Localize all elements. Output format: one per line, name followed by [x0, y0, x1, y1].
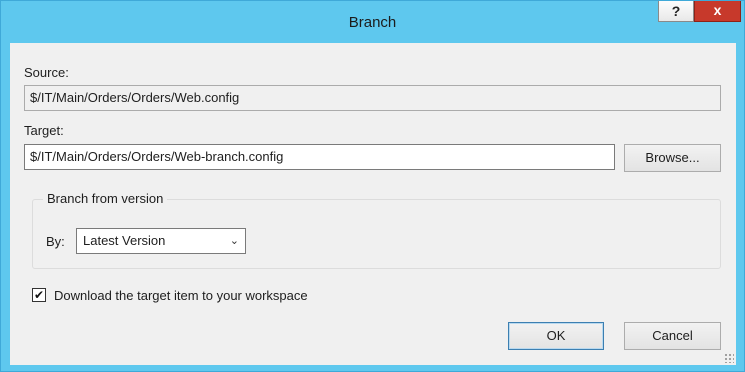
dialog-title: Branch	[348, 14, 397, 31]
browse-button[interactable]: Browse...	[624, 144, 721, 172]
target-label: Target:	[24, 123, 64, 138]
target-field[interactable]: $/IT/Main/Orders/Orders/Web-branch.confi…	[24, 144, 615, 170]
version-type-select[interactable]: Latest Version ⌄	[76, 228, 246, 254]
branch-from-version-group: Branch from version By: Latest Version ⌄	[32, 191, 721, 269]
source-field[interactable]: $/IT/Main/Orders/Orders/Web.config	[24, 85, 721, 111]
version-type-value: Latest Version	[83, 233, 166, 248]
group-title: Branch from version	[43, 191, 168, 206]
resize-grip-icon[interactable]	[724, 353, 734, 363]
ok-button[interactable]: OK	[508, 322, 604, 350]
close-button[interactable]: x	[694, 1, 741, 22]
cancel-button[interactable]: Cancel	[624, 322, 721, 350]
branch-dialog: Branch ? x Source: $/IT/Main/Orders/Orde…	[0, 0, 745, 372]
by-label: By:	[46, 234, 65, 249]
chevron-down-icon: ⌄	[229, 235, 239, 247]
title-bar[interactable]: Branch ? x	[1, 1, 744, 43]
source-label: Source:	[24, 65, 69, 80]
help-button[interactable]: ?	[658, 1, 694, 22]
dialog-body: Source: $/IT/Main/Orders/Orders/Web.conf…	[10, 43, 736, 365]
download-label[interactable]: Download the target item to your workspa…	[54, 288, 308, 303]
download-checkbox[interactable]: ✔	[32, 288, 46, 302]
